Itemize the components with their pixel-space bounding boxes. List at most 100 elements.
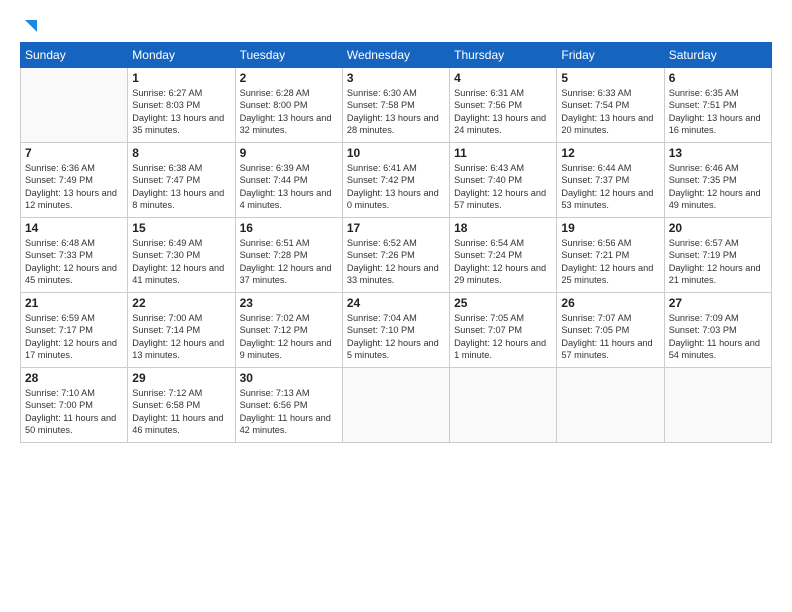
day-number: 15 bbox=[132, 221, 230, 235]
day-info: Sunrise: 6:44 AMSunset: 7:37 PMDaylight:… bbox=[561, 162, 659, 212]
day-info: Sunrise: 7:02 AMSunset: 7:12 PMDaylight:… bbox=[240, 312, 338, 362]
day-info: Sunrise: 6:46 AMSunset: 7:35 PMDaylight:… bbox=[669, 162, 767, 212]
day-number: 5 bbox=[561, 71, 659, 85]
day-number: 19 bbox=[561, 221, 659, 235]
calendar-cell: 10 Sunrise: 6:41 AMSunset: 7:42 PMDayligh… bbox=[342, 143, 449, 218]
day-info: Sunrise: 6:33 AMSunset: 7:54 PMDaylight:… bbox=[561, 87, 659, 137]
calendar-cell: 7Sunrise: 6:36 AMSunset: 7:49 PMDaylight… bbox=[21, 143, 128, 218]
day-info: Sunrise: 6:43 AMSunset: 7:40 PMDaylight:… bbox=[454, 162, 552, 212]
calendar-cell: 30 Sunrise: 7:13 AMSunset: 6:56 PMDayligh… bbox=[235, 368, 342, 443]
day-info: Sunrise: 7:05 AMSunset: 7:07 PMDaylight:… bbox=[454, 312, 552, 362]
calendar-week-3: 14 Sunrise: 6:48 AMSunset: 7:33 PMDayligh… bbox=[21, 218, 772, 293]
day-number: 14 bbox=[25, 221, 123, 235]
calendar-header-monday: Monday bbox=[128, 43, 235, 68]
day-number: 27 bbox=[669, 296, 767, 310]
day-info: Sunrise: 7:10 AMSunset: 7:00 PMDaylight:… bbox=[25, 387, 123, 437]
day-info: Sunrise: 6:31 AMSunset: 7:56 PMDaylight:… bbox=[454, 87, 552, 137]
calendar-cell bbox=[557, 368, 664, 443]
day-info: Sunrise: 7:12 AMSunset: 6:58 PMDaylight:… bbox=[132, 387, 230, 437]
day-number: 4 bbox=[454, 71, 552, 85]
calendar-cell bbox=[664, 368, 771, 443]
calendar-header-row: SundayMondayTuesdayWednesdayThursdayFrid… bbox=[21, 43, 772, 68]
calendar-cell: 9 Sunrise: 6:39 AMSunset: 7:44 PMDaylight… bbox=[235, 143, 342, 218]
day-number: 18 bbox=[454, 221, 552, 235]
day-info: Sunrise: 6:41 AMSunset: 7:42 PMDaylight:… bbox=[347, 162, 445, 212]
day-info: Sunrise: 6:56 AMSunset: 7:21 PMDaylight:… bbox=[561, 237, 659, 287]
day-number: 8 bbox=[132, 146, 230, 160]
calendar-cell: 27Sunrise: 7:09 AMSunset: 7:03 PMDayligh… bbox=[664, 293, 771, 368]
calendar-cell: 3 Sunrise: 6:30 AMSunset: 7:58 PMDaylight… bbox=[342, 68, 449, 143]
logo bbox=[20, 18, 40, 32]
calendar-week-2: 7Sunrise: 6:36 AMSunset: 7:49 PMDaylight… bbox=[21, 143, 772, 218]
header bbox=[20, 18, 772, 32]
day-number: 17 bbox=[347, 221, 445, 235]
calendar-header-tuesday: Tuesday bbox=[235, 43, 342, 68]
calendar-cell: 2Sunrise: 6:28 AMSunset: 8:00 PMDaylight… bbox=[235, 68, 342, 143]
page: SundayMondayTuesdayWednesdayThursdayFrid… bbox=[0, 0, 792, 612]
calendar-cell: 21 Sunrise: 6:59 AMSunset: 7:17 PMDayligh… bbox=[21, 293, 128, 368]
calendar-cell: 29 Sunrise: 7:12 AMSunset: 6:58 PMDayligh… bbox=[128, 368, 235, 443]
day-info: Sunrise: 6:57 AMSunset: 7:19 PMDaylight:… bbox=[669, 237, 767, 287]
day-info: Sunrise: 7:13 AMSunset: 6:56 PMDaylight:… bbox=[240, 387, 338, 437]
day-info: Sunrise: 6:27 AMSunset: 8:03 PMDaylight:… bbox=[132, 87, 230, 137]
day-number: 22 bbox=[132, 296, 230, 310]
day-number: 21 bbox=[25, 296, 123, 310]
calendar-cell: 25 Sunrise: 7:05 AMSunset: 7:07 PMDayligh… bbox=[450, 293, 557, 368]
day-number: 16 bbox=[240, 221, 338, 235]
day-number: 26 bbox=[561, 296, 659, 310]
day-info: Sunrise: 6:39 AMSunset: 7:44 PMDaylight:… bbox=[240, 162, 338, 212]
day-number: 24 bbox=[347, 296, 445, 310]
day-info: Sunrise: 6:54 AMSunset: 7:24 PMDaylight:… bbox=[454, 237, 552, 287]
calendar-cell: 19 Sunrise: 6:56 AMSunset: 7:21 PMDayligh… bbox=[557, 218, 664, 293]
calendar-week-5: 28Sunrise: 7:10 AMSunset: 7:00 PMDayligh… bbox=[21, 368, 772, 443]
day-number: 1 bbox=[132, 71, 230, 85]
calendar-cell: 11 Sunrise: 6:43 AMSunset: 7:40 PMDayligh… bbox=[450, 143, 557, 218]
calendar-cell: 26Sunrise: 7:07 AMSunset: 7:05 PMDayligh… bbox=[557, 293, 664, 368]
calendar-header-friday: Friday bbox=[557, 43, 664, 68]
day-info: Sunrise: 6:30 AMSunset: 7:58 PMDaylight:… bbox=[347, 87, 445, 137]
day-number: 30 bbox=[240, 371, 338, 385]
day-info: Sunrise: 6:51 AMSunset: 7:28 PMDaylight:… bbox=[240, 237, 338, 287]
calendar-cell: 8 Sunrise: 6:38 AMSunset: 7:47 PMDaylight… bbox=[128, 143, 235, 218]
day-number: 29 bbox=[132, 371, 230, 385]
calendar-cell: 16 Sunrise: 6:51 AMSunset: 7:28 PMDayligh… bbox=[235, 218, 342, 293]
day-number: 11 bbox=[454, 146, 552, 160]
day-info: Sunrise: 6:49 AMSunset: 7:30 PMDaylight:… bbox=[132, 237, 230, 287]
calendar-cell: 28Sunrise: 7:10 AMSunset: 7:00 PMDayligh… bbox=[21, 368, 128, 443]
calendar-cell: 24 Sunrise: 7:04 AMSunset: 7:10 PMDayligh… bbox=[342, 293, 449, 368]
calendar-cell: 13Sunrise: 6:46 AMSunset: 7:35 PMDayligh… bbox=[664, 143, 771, 218]
day-number: 12 bbox=[561, 146, 659, 160]
day-info: Sunrise: 7:04 AMSunset: 7:10 PMDaylight:… bbox=[347, 312, 445, 362]
day-info: Sunrise: 6:38 AMSunset: 7:47 PMDaylight:… bbox=[132, 162, 230, 212]
calendar-cell bbox=[450, 368, 557, 443]
calendar-week-1: 1 Sunrise: 6:27 AMSunset: 8:03 PMDaylight… bbox=[21, 68, 772, 143]
calendar-cell: 18 Sunrise: 6:54 AMSunset: 7:24 PMDayligh… bbox=[450, 218, 557, 293]
calendar-header-sunday: Sunday bbox=[21, 43, 128, 68]
day-info: Sunrise: 7:00 AMSunset: 7:14 PMDaylight:… bbox=[132, 312, 230, 362]
day-number: 2 bbox=[240, 71, 338, 85]
calendar-cell: 14 Sunrise: 6:48 AMSunset: 7:33 PMDayligh… bbox=[21, 218, 128, 293]
calendar-header-thursday: Thursday bbox=[450, 43, 557, 68]
day-number: 6 bbox=[669, 71, 767, 85]
calendar-cell: 6 Sunrise: 6:35 AMSunset: 7:51 PMDaylight… bbox=[664, 68, 771, 143]
day-info: Sunrise: 6:59 AMSunset: 7:17 PMDaylight:… bbox=[25, 312, 123, 362]
calendar-cell: 22 Sunrise: 7:00 AMSunset: 7:14 PMDayligh… bbox=[128, 293, 235, 368]
day-info: Sunrise: 6:48 AMSunset: 7:33 PMDaylight:… bbox=[25, 237, 123, 287]
day-number: 10 bbox=[347, 146, 445, 160]
logo-icon bbox=[21, 18, 39, 36]
calendar-cell: 5 Sunrise: 6:33 AMSunset: 7:54 PMDaylight… bbox=[557, 68, 664, 143]
calendar-cell: 17 Sunrise: 6:52 AMSunset: 7:26 PMDayligh… bbox=[342, 218, 449, 293]
calendar-header-saturday: Saturday bbox=[664, 43, 771, 68]
day-number: 23 bbox=[240, 296, 338, 310]
day-number: 25 bbox=[454, 296, 552, 310]
calendar-header-wednesday: Wednesday bbox=[342, 43, 449, 68]
calendar-table: SundayMondayTuesdayWednesdayThursdayFrid… bbox=[20, 42, 772, 443]
calendar-week-4: 21 Sunrise: 6:59 AMSunset: 7:17 PMDayligh… bbox=[21, 293, 772, 368]
day-number: 9 bbox=[240, 146, 338, 160]
calendar-cell: 15 Sunrise: 6:49 AMSunset: 7:30 PMDayligh… bbox=[128, 218, 235, 293]
day-number: 3 bbox=[347, 71, 445, 85]
day-info: Sunrise: 6:52 AMSunset: 7:26 PMDaylight:… bbox=[347, 237, 445, 287]
day-info: Sunrise: 6:35 AMSunset: 7:51 PMDaylight:… bbox=[669, 87, 767, 137]
day-info: Sunrise: 6:36 AMSunset: 7:49 PMDaylight:… bbox=[25, 162, 123, 212]
calendar-cell bbox=[342, 368, 449, 443]
